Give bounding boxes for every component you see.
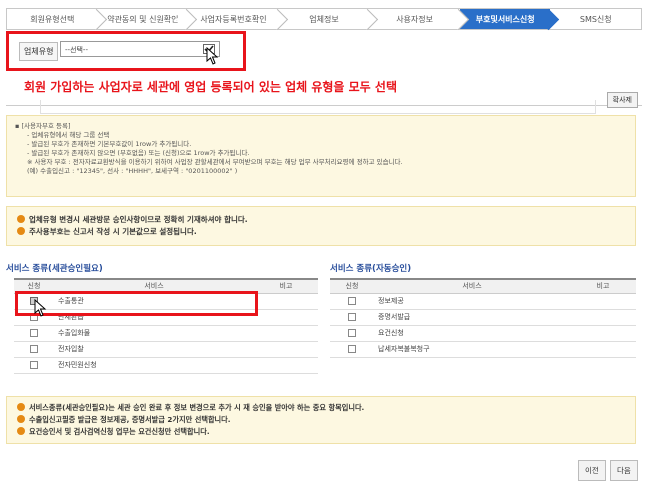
- row-checkbox[interactable]: [348, 329, 356, 337]
- row-checkbox[interactable]: [348, 297, 356, 305]
- row-checkbox[interactable]: [30, 345, 38, 353]
- service-name: 납세자복불복청구: [374, 341, 570, 358]
- row-checkbox[interactable]: [348, 345, 356, 353]
- mouse-cursor-icon: [206, 46, 220, 69]
- warning-line: 주사용부호는 신고서 작성 시 기본값으로 설정됩니다.: [17, 226, 625, 238]
- notice-line: - 발급된 부호가 존재하면 기본부호값이 1row가 추가됩니다.: [27, 140, 192, 148]
- col-header: 신청: [330, 278, 374, 294]
- next-button[interactable]: 다음: [610, 460, 638, 481]
- table-row: 증명서발급: [330, 309, 636, 326]
- divider: [40, 100, 596, 114]
- col-header: 비고: [254, 278, 318, 294]
- table-row: 전자입찰: [14, 341, 318, 358]
- warning-dot-icon: [17, 427, 25, 435]
- code-registration-notice: ▪ [사용자부호 등록] - 업체유형에서 해당 그룹 선택 - 발급된 부호가…: [6, 115, 636, 197]
- notice-line: 서비스종류(세관승인필요)는 세관 승인 완료 후 정보 변경으로 추가 시 재…: [17, 402, 625, 414]
- notice-line: ※ 사용자 부호 : 전자자료교환방식을 이용하기 위하여 사업장 관할세관에서…: [27, 158, 403, 166]
- table-row: 납세자복불복청구: [330, 341, 636, 358]
- warning-dot-icon: [17, 403, 25, 411]
- row-checkbox[interactable]: [30, 329, 38, 337]
- notice-line: 요건승인서 및 검사검역신청 업무는 요건신청만 선택합니다.: [17, 426, 625, 438]
- step-biz-number: 사업자등록번호확인: [188, 9, 279, 29]
- step-member-type: 회원유형선택: [7, 9, 98, 29]
- mouse-cursor-icon: [34, 298, 48, 321]
- left-table-title: 서비스 종류(세관승인필요): [6, 264, 103, 274]
- service-name: 요건신청: [374, 325, 570, 342]
- row-checkbox[interactable]: [348, 313, 356, 321]
- service-name: 수출입화물: [54, 325, 254, 342]
- col-header: 서비스: [374, 278, 570, 294]
- col-header: 비고: [570, 278, 636, 294]
- service-notice: 서비스종류(세관승인필요)는 세관 승인 완료 후 정보 변경으로 추가 시 재…: [6, 396, 636, 444]
- table-row: 수출입화물: [14, 325, 318, 342]
- annotation-text: 회원 가입하는 사업자로 세관에 영업 등록되어 있는 업체 유형을 모두 선택: [22, 78, 399, 95]
- table-row: 정보제공: [330, 293, 636, 310]
- notice-line: 수출입신고필증 발급은 정보제공, 증명서발급 2가지만 선택합니다.: [17, 414, 625, 426]
- warning-line: 업체유형 변경시 세관방문 승인사항이므로 정확히 기재하셔야 합니다.: [17, 214, 625, 226]
- row-checkbox[interactable]: [30, 361, 38, 369]
- highlight-box-service: [15, 291, 258, 316]
- notice-line: - 업체유형에서 해당 그룹 선택: [27, 131, 110, 139]
- step-user-info: 사용자정보: [369, 9, 460, 29]
- company-type-warning: 업체유형 변경시 세관방문 승인사항이므로 정확히 기재하셔야 합니다. 주사용…: [6, 206, 636, 246]
- warning-dot-icon: [17, 215, 25, 223]
- progress-steps: 회원유형선택 약관동의 및 신원확인 사업자등록번호확인 업체정보 사용자정보 …: [6, 8, 642, 30]
- right-table-title: 서비스 종류(자동승인): [330, 264, 412, 274]
- auto-service-table: 신청 서비스 비고 정보제공 증명서발급 요건신청 납세자복불복청구: [330, 278, 636, 358]
- service-name: 증명서발급: [374, 309, 570, 326]
- step-company-info: 업체정보: [278, 9, 370, 29]
- service-name: 전자민원신청: [54, 357, 254, 374]
- warning-dot-icon: [17, 227, 25, 235]
- notice-heading: ▪ [사용자부호 등록]: [15, 122, 71, 130]
- table-row: 요건신청: [330, 325, 636, 342]
- step-sms: SMS신청: [550, 9, 642, 29]
- prev-button[interactable]: 이전: [578, 460, 606, 481]
- step-terms: 약관동의 및 신원확인: [97, 9, 189, 29]
- warning-dot-icon: [17, 415, 25, 423]
- service-name: 전자입찰: [54, 341, 254, 358]
- table-row: 전자민원신청: [14, 357, 318, 374]
- notice-line: (예) 수출입신고 : "12345", 선사 : "HHHH", 보세구역 :…: [27, 167, 238, 175]
- notice-line: - 발급된 부호가 존재하지 않으면 (부호없음) 또는 (신청)으로 1row…: [27, 149, 250, 157]
- service-name: 정보제공: [374, 293, 570, 310]
- step-code-service: 부호및서비스신청: [459, 9, 551, 29]
- side-action-button[interactable]: 확사제: [606, 92, 638, 108]
